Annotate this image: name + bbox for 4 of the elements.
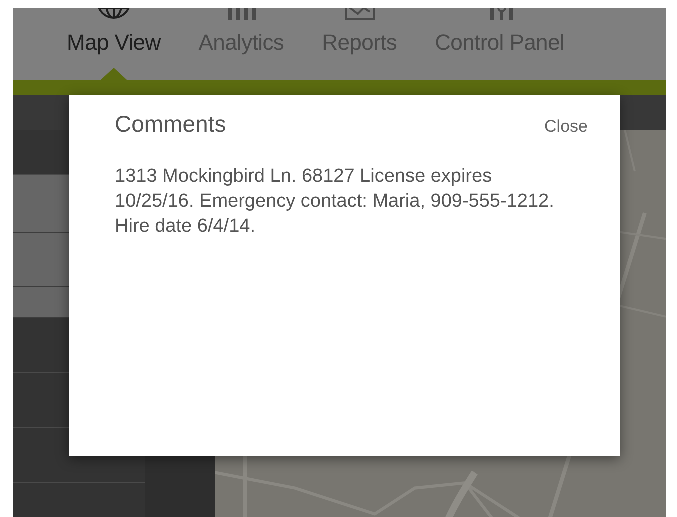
- close-button[interactable]: Close: [544, 117, 588, 137]
- globe-icon: [96, 8, 132, 22]
- dialog-title: Comments: [115, 111, 226, 138]
- comment-text: 1313 Mockingbird Ln. 68127 License expires 10/25/16. Emergency contact: Maria, 909-555-1212. Hire date 6/4/14.: [115, 165, 556, 239]
